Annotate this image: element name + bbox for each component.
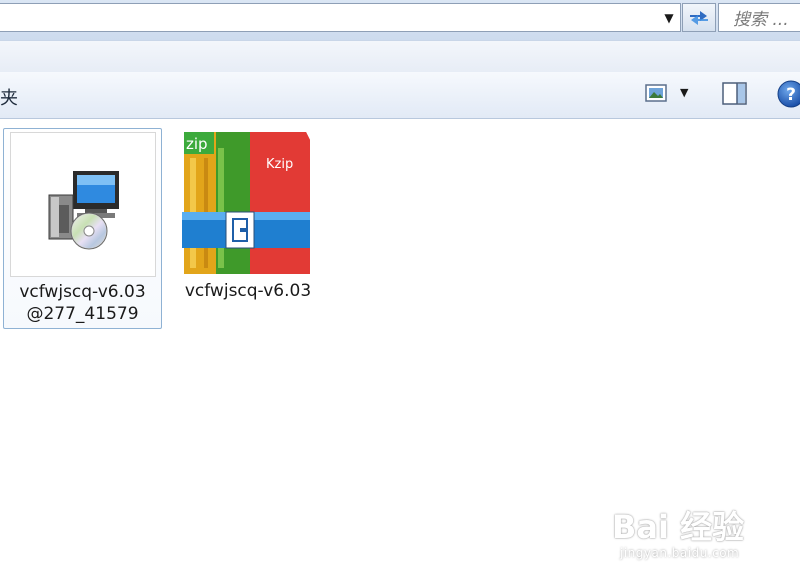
file-item-archive[interactable]: zip Kzip vcfwjscq-v6.03	[168, 128, 328, 318]
preview-pane-icon[interactable]	[722, 82, 747, 105]
file-name-line1: vcfwjscq-v6.03	[19, 282, 146, 302]
file-thumbnail	[10, 132, 156, 277]
watermark-url: jingyan.baidu.com	[620, 546, 740, 560]
explorer-window: ▼ 搜索 ... 夹 ▼ ? vcfwjscq-v6.03 @277_41579…	[0, 0, 800, 588]
file-item-installer[interactable]: vcfwjscq-v6.03 @277_41579	[3, 128, 162, 329]
file-name-line2: @277_41579	[26, 304, 139, 324]
address-input[interactable]	[0, 3, 681, 32]
menu-bar	[0, 40, 800, 72]
search-placeholder: 搜索 ...	[733, 10, 789, 30]
kzip-archive-icon: zip Kzip	[182, 132, 310, 274]
change-view-icon[interactable]	[645, 84, 667, 102]
help-icon[interactable]: ?	[776, 79, 800, 109]
installer-cd-icon	[48, 171, 119, 250]
file-name-line1: vcfwjscq-v6.03	[184, 281, 312, 301]
refresh-icon	[690, 10, 708, 25]
search-input[interactable]: 搜索 ...	[718, 3, 800, 32]
toolbar-folder-label[interactable]: 夹	[0, 84, 18, 110]
watermark-brand: Bai 经验	[612, 508, 745, 546]
address-dropdown-icon[interactable]: ▼	[660, 9, 678, 27]
address-bar: ▼ 搜索 ...	[0, 0, 800, 40]
view-options-dropdown-icon[interactable]: ▼	[680, 86, 688, 99]
zip-label-text: zip	[186, 135, 208, 153]
svg-text:?: ?	[786, 85, 796, 105]
baidu-jingyan-watermark: Bai 经验 jingyan.baidu.com	[612, 498, 792, 578]
kzip-label-text: Kzip	[266, 157, 293, 172]
refresh-button[interactable]	[682, 3, 716, 32]
